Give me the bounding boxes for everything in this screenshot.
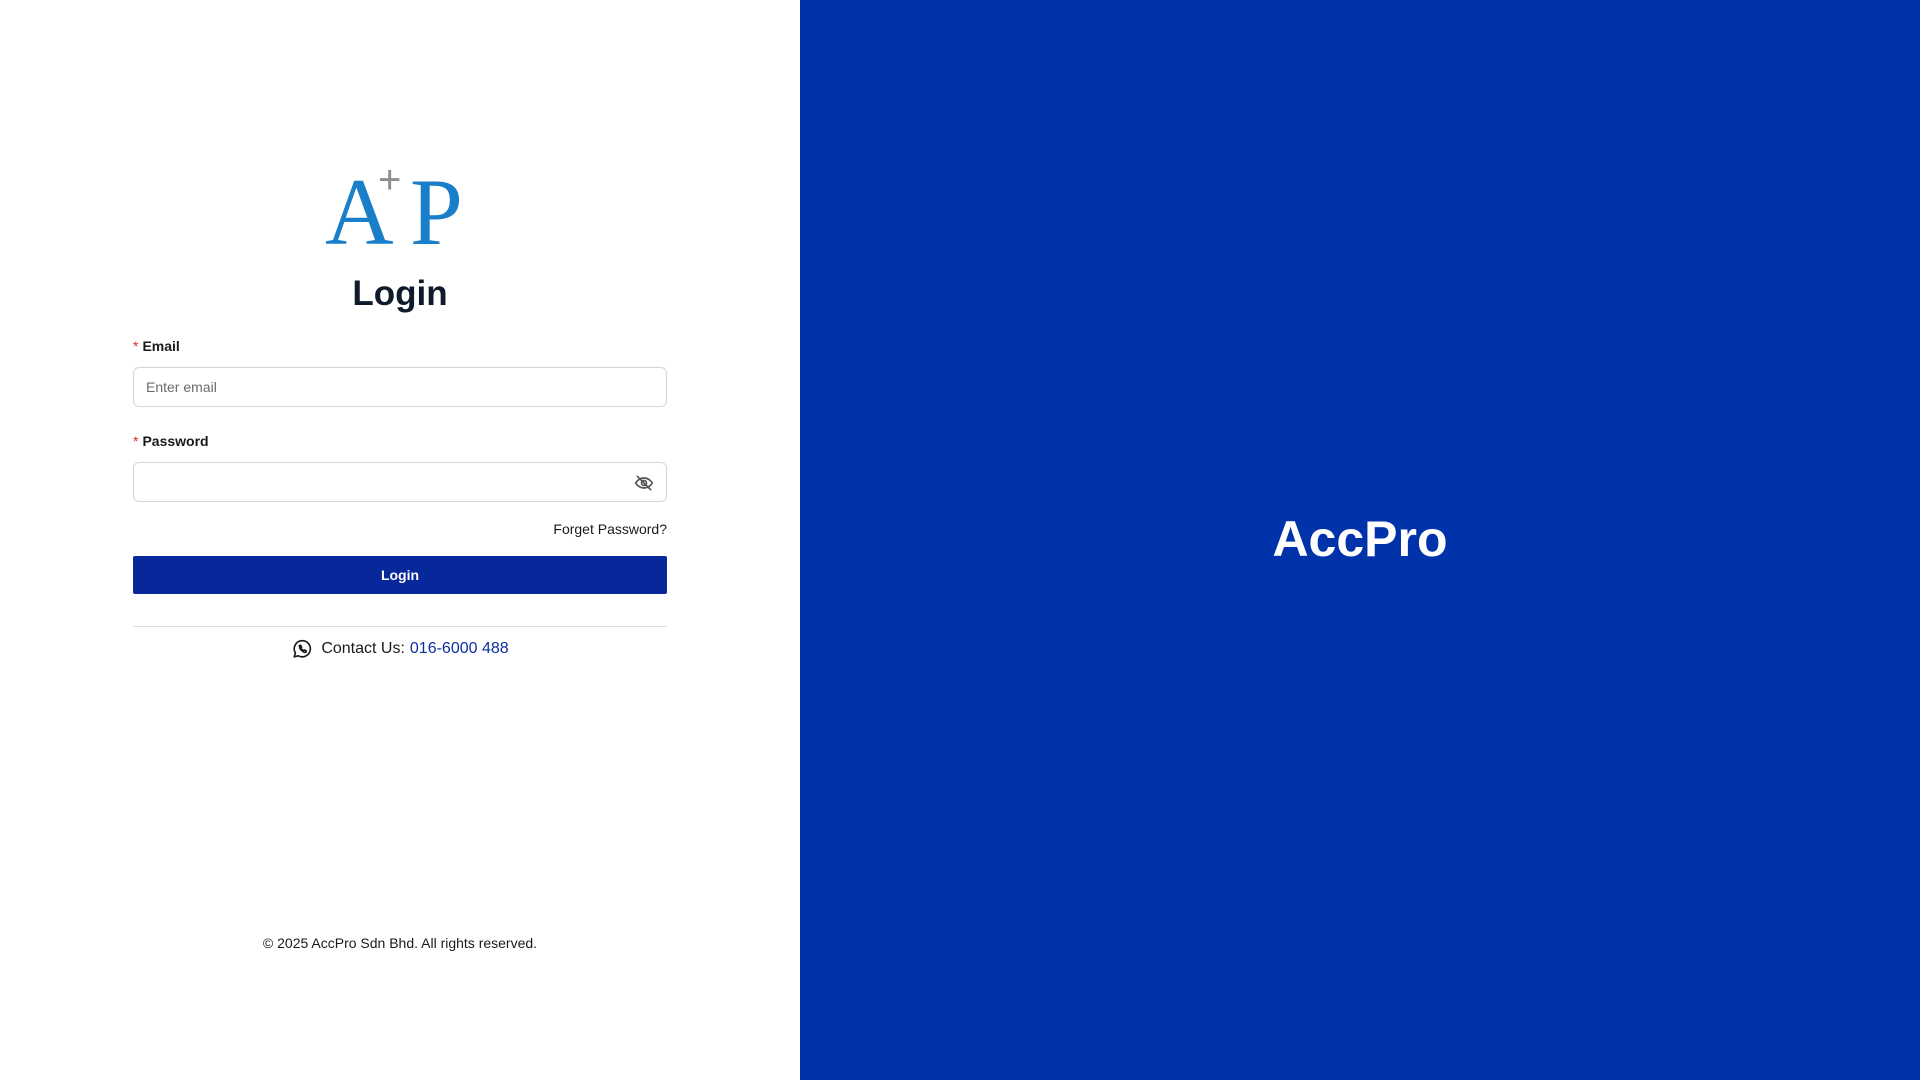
required-marker: * bbox=[133, 433, 139, 449]
login-page: A + P Login *Email *Password bbox=[0, 0, 1920, 1080]
page-title: Login bbox=[352, 274, 448, 313]
logo-letter-p: P bbox=[410, 159, 463, 265]
email-label-text: Email bbox=[142, 338, 180, 354]
forgot-password-row: Forget Password? bbox=[133, 519, 667, 539]
password-field-wrapper bbox=[133, 462, 667, 502]
password-label-text: Password bbox=[142, 433, 209, 449]
logo-plus: + bbox=[378, 158, 402, 202]
login-form: *Email *Password Forget Passw bbox=[133, 336, 667, 660]
required-marker: * bbox=[133, 338, 139, 354]
brand-title: AccPro bbox=[1272, 511, 1448, 567]
eye-slash-icon[interactable] bbox=[634, 473, 654, 493]
brand-panel: AccPro bbox=[800, 0, 1920, 1080]
contact-phone-link[interactable]: 016-6000 488 bbox=[410, 640, 509, 658]
contact-row: Contact Us: 016-6000 488 bbox=[133, 638, 667, 660]
password-label: * Password bbox=[133, 431, 667, 451]
accpro-logo: A + P bbox=[325, 158, 475, 260]
login-button[interactable]: Login bbox=[133, 556, 667, 594]
divider bbox=[133, 626, 667, 627]
password-field[interactable] bbox=[134, 463, 638, 501]
login-panel: A + P Login *Email *Password bbox=[0, 0, 800, 1080]
whatsapp-icon bbox=[291, 638, 313, 660]
email-field[interactable] bbox=[134, 368, 638, 406]
email-field-wrapper bbox=[133, 367, 667, 407]
contact-label: Contact Us: bbox=[321, 640, 405, 657]
copyright-footer: © 2025 AccPro Sdn Bhd. All rights reserv… bbox=[262, 935, 538, 951]
email-label: * Email bbox=[133, 336, 667, 356]
forgot-password-link[interactable]: Forget Password? bbox=[553, 521, 667, 537]
